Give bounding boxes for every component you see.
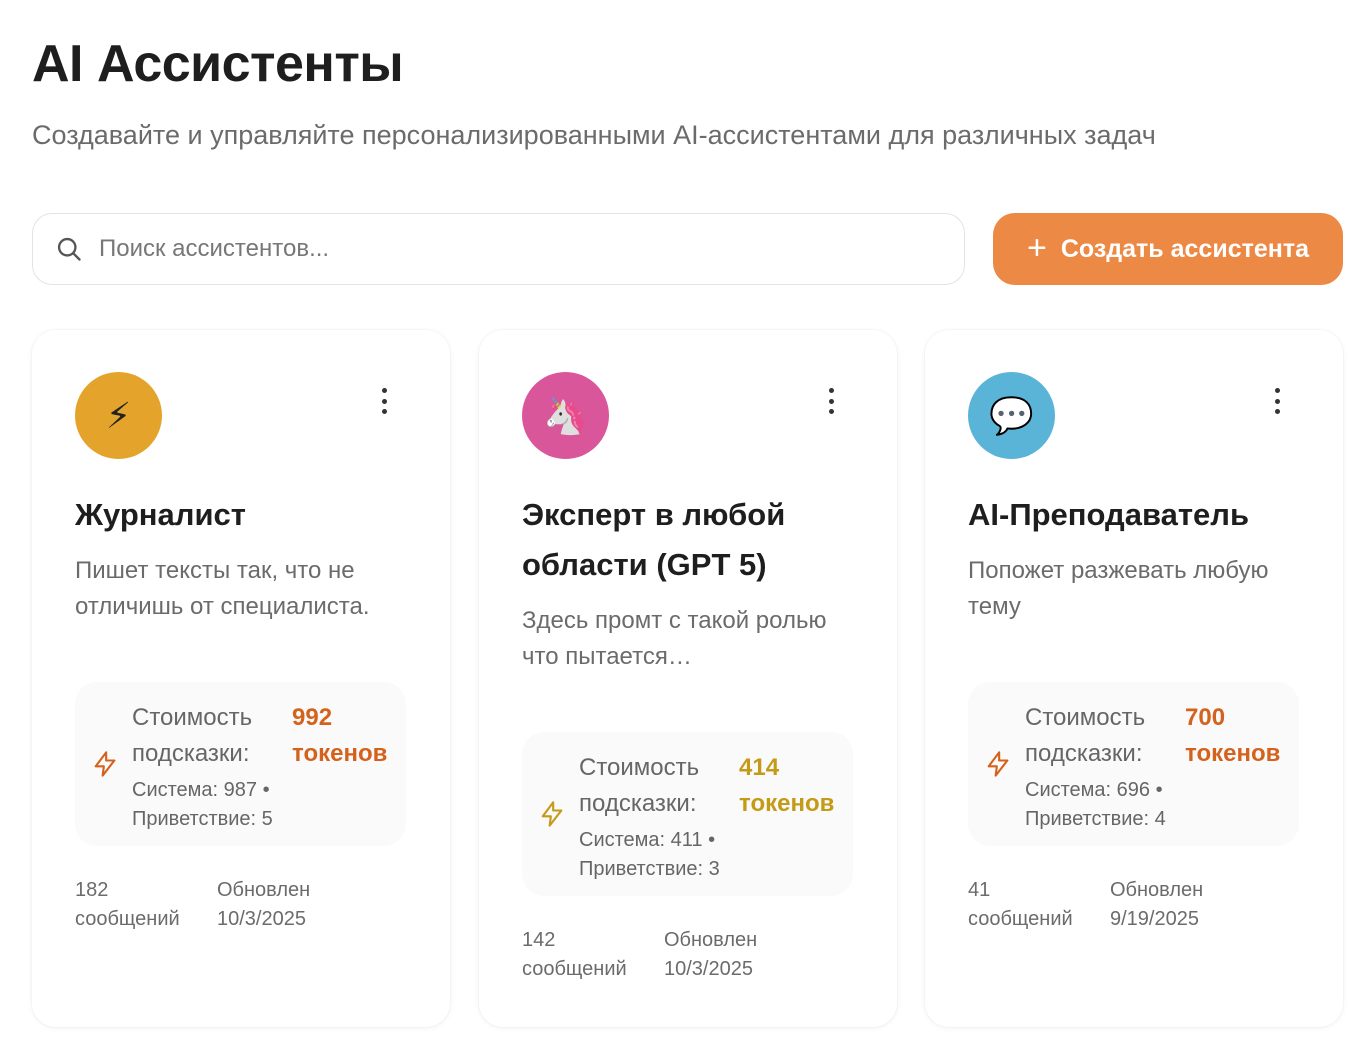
message-count: 142 сообщений: [522, 929, 627, 980]
card-menu-button[interactable]: [1271, 388, 1283, 414]
search-bar[interactable]: [32, 213, 965, 285]
cost-panel: Стоимость подсказки: 414 токенов Система…: [522, 732, 853, 896]
speech-bubble-emoji-icon: 💬: [989, 394, 1034, 436]
message-count: 182 сообщений: [75, 879, 180, 930]
create-assistant-label: Создать ассистента: [1060, 234, 1309, 263]
zap-icon: [541, 801, 563, 827]
cost-value: 700 токенов: [1185, 704, 1281, 767]
cost-panel: Стоимость подсказки: 700 токенов Система…: [968, 682, 1299, 846]
search-icon: [57, 237, 81, 261]
cost-label: Стоимость подсказки:: [579, 754, 700, 817]
message-count: 41 сообщений: [968, 879, 1073, 930]
plus-icon: +: [1027, 228, 1047, 267]
cost-label: Стоимость подсказки:: [132, 704, 253, 767]
assistant-title: AI-Преподаватель: [968, 497, 1250, 532]
updated-date: Обновлен 10/3/2025: [217, 879, 311, 930]
create-assistant-button[interactable]: + Создать ассистента: [993, 213, 1343, 285]
page-subtitle: Создавайте и управляйте персонализирован…: [32, 120, 1156, 150]
search-input[interactable]: [99, 235, 919, 263]
unicorn-emoji-icon: 🦄: [543, 394, 588, 436]
card-menu-button[interactable]: [825, 388, 837, 414]
cost-breakdown: Система: 696 • Приветствие: 4: [1025, 779, 1166, 830]
assistant-description: Пишет тексты так, что не отличишь от спе…: [75, 557, 370, 620]
assistant-description: Попожет разжевать любую тему: [968, 557, 1269, 620]
cost-panel: Стоимость подсказки: 992 токенов Система…: [75, 682, 406, 846]
assistant-description: Здесь промт с такой ролью что пытается…: [522, 607, 827, 670]
assistant-title: Эксперт в любой области (GPT 5): [522, 497, 786, 582]
cost-value: 992 токенов: [292, 704, 388, 767]
lightning-emoji-icon: ⚡: [105, 394, 132, 436]
cost-breakdown: Система: 987 • Приветствие: 5: [132, 779, 273, 830]
assistant-avatar: ⚡: [75, 372, 162, 459]
page-title: AI Ассистенты: [32, 35, 404, 93]
assistant-card-teacher[interactable]: 💬 AI-Преподаватель Попожет разжевать люб…: [925, 330, 1343, 1027]
updated-date: Обновлен 9/19/2025: [1110, 879, 1204, 930]
assistant-avatar: 🦄: [522, 372, 609, 459]
cost-value: 414 токенов: [739, 754, 835, 817]
assistant-avatar: 💬: [968, 372, 1055, 459]
cost-breakdown: Система: 411 • Приветствие: 3: [579, 829, 720, 880]
zap-icon: [987, 751, 1009, 777]
assistant-card-expert[interactable]: 🦄 Эксперт в любой области (GPT 5) Здесь …: [479, 330, 897, 1027]
card-menu-button[interactable]: [378, 388, 390, 414]
zap-icon: [94, 751, 116, 777]
assistant-card-journalist[interactable]: ⚡ Журналист Пишет тексты так, что не отл…: [32, 330, 450, 1027]
assistant-title: Журналист: [75, 497, 246, 532]
updated-date: Обновлен 10/3/2025: [664, 929, 758, 980]
cost-label: Стоимость подсказки:: [1025, 704, 1146, 767]
